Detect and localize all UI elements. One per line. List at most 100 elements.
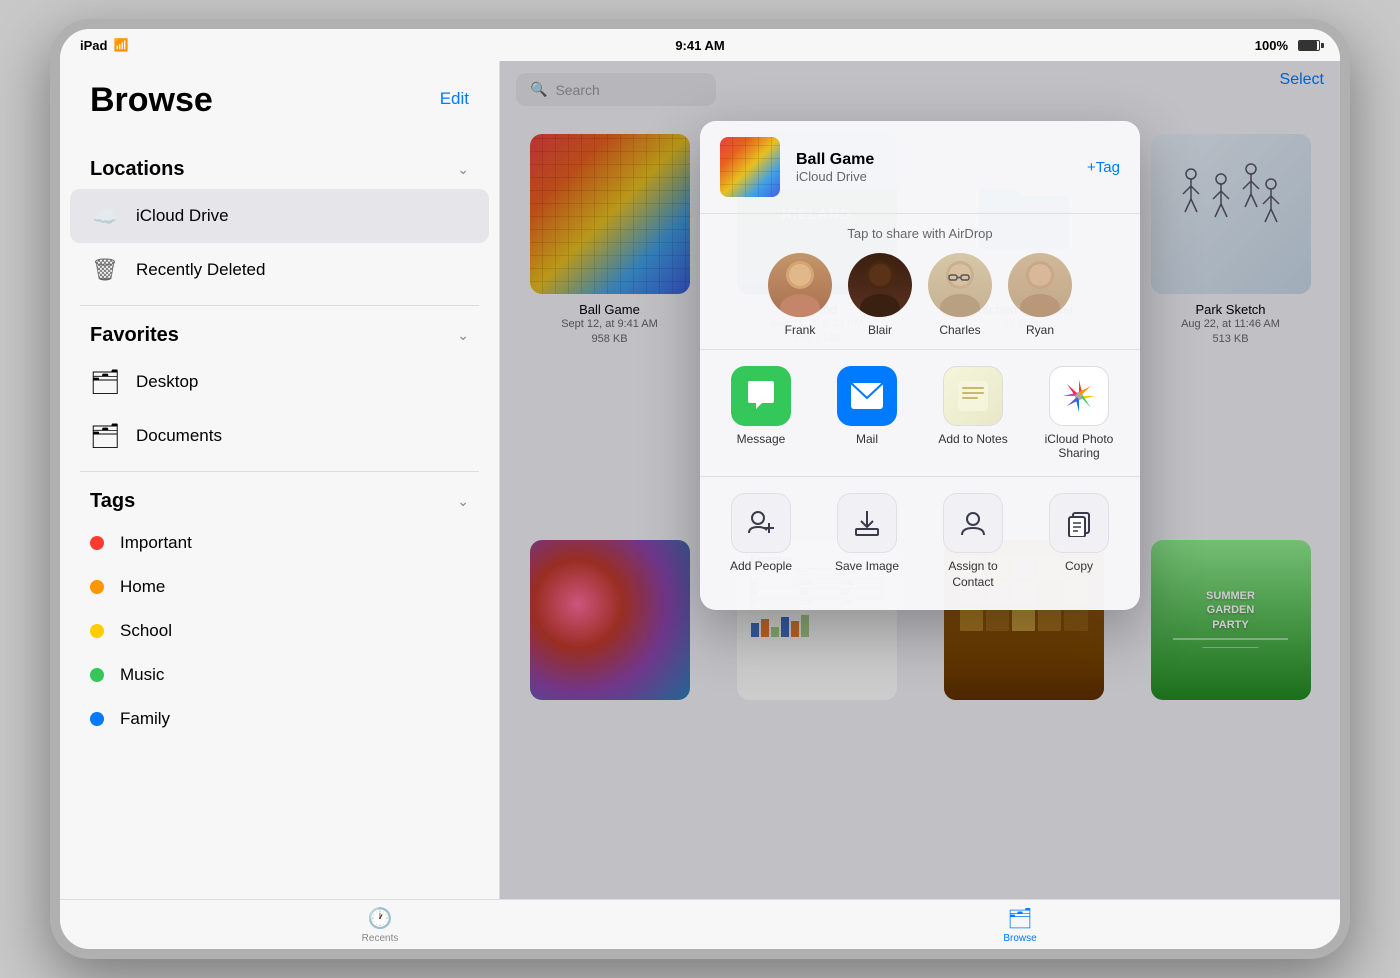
tags-section-header[interactable]: Tags ⌄ (60, 482, 499, 521)
blair-avatar (848, 253, 912, 317)
ipad-frame: iPad 📶 9:41 AM 100% Browse Edit Location… (50, 19, 1350, 959)
airdrop-label: Tap to share with AirDrop (700, 226, 1140, 241)
more-actions: Add People Save Image (700, 477, 1140, 610)
tab-recents[interactable]: 🕐 Recents (60, 906, 700, 944)
airdrop-person-blair[interactable]: Blair (848, 253, 912, 337)
save-image-icon (837, 493, 897, 553)
desktop-folder-icon: 🗂 (90, 367, 120, 397)
school-tag-dot (90, 624, 104, 638)
browse-icon: 🗂 (1007, 906, 1032, 931)
photos-svg (1061, 378, 1097, 414)
tab-browse[interactable]: 🗂 Browse (700, 906, 1340, 944)
status-bar: iPad 📶 9:41 AM 100% (60, 29, 1340, 61)
mail-action[interactable]: Mail (827, 366, 907, 460)
home-tag-dot (90, 580, 104, 594)
important-tag-dot (90, 536, 104, 550)
assign-contact-icon (943, 493, 1003, 553)
message-svg (744, 379, 778, 413)
message-action[interactable]: Message (721, 366, 801, 460)
share-file-info: Ball Game iCloud Drive (796, 151, 1071, 184)
time-display: 9:41 AM (675, 38, 724, 53)
mail-svg (850, 382, 884, 410)
copy-icon (1049, 493, 1109, 553)
school-tag-label: School (120, 621, 172, 641)
battery-icon (1298, 40, 1320, 51)
sidebar-item-desktop[interactable]: 🗂 Desktop (60, 355, 499, 409)
notes-svg (956, 379, 990, 413)
home-tag-label: Home (120, 577, 165, 597)
frank-name: Frank (785, 323, 816, 337)
copy-label: Copy (1065, 559, 1093, 575)
charles-name: Charles (939, 323, 980, 337)
sidebar-item-family[interactable]: Family (60, 697, 499, 741)
share-file-location: iCloud Drive (796, 169, 1071, 184)
share-file-thumbnail (720, 137, 780, 197)
notes-icon (943, 366, 1003, 426)
documents-folder-icon: 🗂 (90, 421, 120, 451)
sidebar-item-icloud-drive[interactable]: ☁️ iCloud Drive (70, 189, 489, 243)
recently-deleted-label: Recently Deleted (136, 260, 265, 280)
device-label: iPad (80, 38, 107, 53)
share-file-name: Ball Game (796, 151, 1071, 169)
sidebar-item-documents[interactable]: 🗂 Documents (60, 409, 499, 463)
message-icon (731, 366, 791, 426)
airdrop-person-charles[interactable]: Charles (928, 253, 992, 337)
add-people-action[interactable]: Add People (721, 493, 801, 590)
airdrop-people: Frank (700, 253, 1140, 337)
sidebar-item-home[interactable]: Home (60, 565, 499, 609)
share-sheet-overlay: Ball Game iCloud Drive +Tag Tap to share… (500, 61, 1340, 899)
recents-icon: 🕐 (368, 906, 393, 931)
ryan-avatar-svg (1008, 253, 1072, 317)
locations-label: Locations (90, 158, 184, 181)
tags-chevron-icon: ⌄ (457, 493, 469, 510)
save-image-label: Save Image (835, 559, 899, 575)
icloud-photo-sharing-label: iCloud Photo Sharing (1039, 432, 1119, 460)
copy-svg (1065, 509, 1093, 537)
message-label: Message (737, 432, 786, 446)
charles-avatar (928, 253, 992, 317)
sidebar-header: Browse Edit (60, 81, 499, 140)
app-actions: Message Mail (700, 350, 1140, 477)
charles-avatar-svg (928, 253, 992, 317)
tag-button[interactable]: +Tag (1087, 159, 1120, 176)
sidebar-item-recently-deleted[interactable]: 🗑 Recently Deleted (60, 243, 499, 297)
airdrop-person-ryan[interactable]: Ryan (1008, 253, 1072, 337)
sidebar-item-important[interactable]: Important (60, 521, 499, 565)
add-people-svg (747, 509, 775, 537)
browse-tab-label: Browse (1003, 933, 1036, 944)
edit-button[interactable]: Edit (440, 81, 469, 109)
airdrop-person-frank[interactable]: Frank (768, 253, 832, 337)
divider-1 (80, 305, 479, 306)
add-to-notes-label: Add to Notes (938, 432, 1007, 446)
sidebar-item-music[interactable]: Music (60, 653, 499, 697)
locations-chevron-icon: ⌄ (457, 161, 469, 178)
desktop-label: Desktop (136, 372, 198, 392)
tags-label: Tags (90, 490, 135, 513)
add-to-notes-action[interactable]: Add to Notes (933, 366, 1013, 460)
save-image-action[interactable]: Save Image (827, 493, 907, 590)
blair-avatar-svg (848, 253, 912, 317)
assign-contact-svg (959, 509, 987, 537)
tab-bar: 🕐 Recents 🗂 Browse (60, 899, 1340, 949)
sidebar-item-school[interactable]: School (60, 609, 499, 653)
copy-action[interactable]: Copy (1039, 493, 1119, 590)
content-area: Select 🔍 Search Ball Game Sept 12, at 9:… (500, 61, 1340, 899)
main-content: Browse Edit Locations ⌄ ☁️ iCloud Drive … (60, 61, 1340, 899)
favorites-chevron-icon: ⌄ (457, 327, 469, 344)
mail-label: Mail (856, 432, 878, 446)
important-tag-label: Important (120, 533, 192, 553)
sidebar: Browse Edit Locations ⌄ ☁️ iCloud Drive … (60, 61, 500, 899)
music-tag-label: Music (120, 665, 164, 685)
ryan-name: Ryan (1026, 323, 1054, 337)
locations-section-header[interactable]: Locations ⌄ (60, 150, 499, 189)
frank-avatar-svg (768, 253, 832, 317)
favorites-section-header[interactable]: Favorites ⌄ (60, 316, 499, 355)
favorites-label: Favorites (90, 324, 179, 347)
icloud-photo-sharing-action[interactable]: iCloud Photo Sharing (1039, 366, 1119, 460)
family-tag-dot (90, 712, 104, 726)
documents-label: Documents (136, 426, 222, 446)
browse-title: Browse (90, 81, 213, 120)
mail-icon (837, 366, 897, 426)
assign-contact-action[interactable]: Assign to Contact (933, 493, 1013, 590)
airdrop-section: Tap to share with AirDrop (700, 214, 1140, 350)
